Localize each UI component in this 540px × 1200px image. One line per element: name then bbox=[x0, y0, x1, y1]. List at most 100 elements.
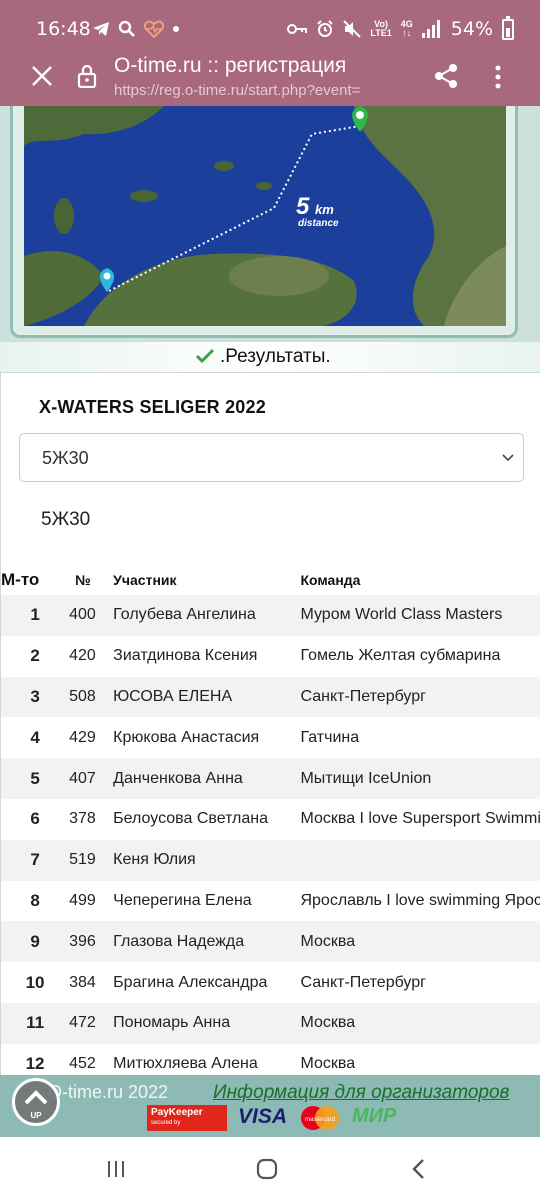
cell-team: Мытищи IceUnion bbox=[300, 758, 540, 799]
cell-number: 407 bbox=[69, 758, 114, 799]
cell-place: 1 bbox=[1, 595, 70, 636]
cell-team: Москва I love Supersport Swimming bbox=[300, 810, 540, 828]
group-heading: 5Ж30 bbox=[41, 509, 91, 530]
route-map-section: 5 km distance bbox=[0, 106, 540, 342]
scroll-up-label: UP bbox=[30, 1111, 42, 1120]
cell-place: 8 bbox=[30, 890, 40, 910]
cell-place: 7 bbox=[1, 839, 70, 881]
lock-icon[interactable] bbox=[76, 64, 98, 88]
network-arrows-text: ↑↓ bbox=[402, 28, 412, 38]
cell-number: 420 bbox=[69, 647, 96, 665]
back-icon[interactable] bbox=[410, 1158, 426, 1180]
group-select[interactable]: 5Ж30 bbox=[19, 433, 524, 482]
cell-team: Муром World Class Masters bbox=[300, 595, 540, 636]
cell-number: 499 bbox=[69, 891, 96, 909]
paykeeper-logo: PayKeeper secured by bbox=[147, 1105, 227, 1131]
telegram-icon bbox=[93, 22, 109, 36]
paykeeper-subtext: secured by bbox=[151, 1120, 181, 1126]
header-participant: Участник bbox=[113, 572, 177, 588]
page-title[interactable]: O-time.ru :: регистрация bbox=[114, 54, 346, 78]
cell-participant: Глазова Надежда bbox=[113, 921, 301, 963]
cell-place: 5 bbox=[1, 758, 70, 799]
recent-apps-icon[interactable] bbox=[106, 1160, 126, 1178]
cell-team: Ярославль I love swimming Ярославль bbox=[300, 891, 540, 909]
cell-team: Москва bbox=[300, 921, 540, 963]
page-url[interactable]: https://reg.o-time.ru/start.php?event= bbox=[114, 82, 414, 99]
cell-participant: Голубева Ангелина bbox=[113, 595, 301, 636]
more-options-icon[interactable] bbox=[488, 62, 508, 92]
scroll-up-button[interactable]: UP bbox=[12, 1078, 60, 1126]
alarm-icon bbox=[317, 20, 334, 37]
cell-number: 396 bbox=[69, 921, 114, 963]
chevron-down-icon bbox=[502, 454, 514, 462]
key-icon bbox=[287, 24, 308, 34]
search-icon bbox=[118, 20, 135, 37]
share-icon[interactable] bbox=[432, 62, 460, 90]
cell-participant: Зиатдинова Ксения bbox=[113, 647, 258, 665]
close-icon[interactable] bbox=[28, 62, 56, 90]
cell-number: 384 bbox=[69, 973, 96, 991]
table-row: 8 499 Чеперегина Елена Ярославль I love swi… bbox=[1, 881, 540, 922]
visa-logo: VISA bbox=[238, 1105, 288, 1128]
table-row: 6 378 Белоусова Светлана Москва I love Supe… bbox=[1, 799, 540, 840]
route-map-image: 5 km distance bbox=[24, 106, 506, 326]
table-row: 10 384 Брагина Александра Санкт-Петербург bbox=[1, 962, 540, 1003]
cell-team: Гатчина bbox=[300, 728, 360, 746]
footer-copyright: O-time.ru 2022 bbox=[48, 1082, 169, 1102]
organizer-info-link[interactable]: Информация для организаторов bbox=[213, 1082, 509, 1104]
mir-logo: МИР bbox=[352, 1105, 397, 1127]
cell-place: 11 bbox=[1, 1002, 70, 1044]
event-title: X-WATERS SELIGER 2022 bbox=[39, 397, 266, 417]
cell-participant: Крюкова Анастасия bbox=[113, 728, 260, 746]
status-time: 16:48 bbox=[36, 18, 91, 40]
home-icon[interactable] bbox=[256, 1158, 278, 1180]
cell-team: Санкт-Петербург bbox=[300, 973, 426, 991]
header-team: Команда bbox=[300, 572, 361, 588]
group-select-value: 5Ж30 bbox=[42, 448, 89, 468]
cell-team bbox=[300, 839, 540, 881]
header-number: № bbox=[75, 572, 91, 588]
browser-top-bar: 16:48 Vo) LTE1 4G ↑↓ 54% O-time.ru :: реги… bbox=[0, 0, 540, 106]
status-bar: 16:48 Vo) LTE1 4G ↑↓ 54% bbox=[0, 0, 540, 48]
cell-team: Москва bbox=[300, 1002, 540, 1044]
cell-number: 429 bbox=[69, 728, 96, 746]
cell-place: 9 bbox=[1, 921, 70, 963]
status-right-icons: Vo) LTE1 4G ↑↓ 54% bbox=[287, 15, 514, 40]
cell-number: 472 bbox=[69, 1002, 114, 1044]
mastercard-circles-icon: mastercard bbox=[301, 1106, 339, 1130]
table-row: 1 400 Голубева Ангелина Муром World Class M… bbox=[1, 595, 540, 636]
table-row: 3 508 ЮСОВА ЕЛЕНА Санкт-Петербург bbox=[1, 676, 540, 718]
cell-place: 10 bbox=[25, 972, 45, 992]
cell-number: 400 bbox=[69, 595, 114, 636]
cell-participant: Брагина Александра bbox=[113, 973, 268, 991]
cell-participant: Белоусова Светлана bbox=[113, 810, 269, 828]
signal-strength-icon bbox=[421, 20, 440, 38]
table-row: 4 429 Крюкова Анастасия Гатчина bbox=[1, 717, 540, 758]
cell-participant: Кеня Юлия bbox=[113, 839, 301, 881]
table-row: 11 472 Пономарь Анна Москва bbox=[1, 1002, 540, 1044]
header-place: М-то bbox=[1, 570, 40, 589]
mastercard-text: mastercard bbox=[305, 1117, 335, 1123]
results-link[interactable]: .Результаты. bbox=[220, 346, 331, 368]
battery-icon bbox=[502, 15, 514, 40]
notification-icons bbox=[92, 20, 180, 38]
distance-unit-text: km bbox=[315, 202, 334, 217]
mute-icon bbox=[343, 20, 362, 38]
cell-participant: Чеперегина Елена bbox=[113, 891, 252, 909]
volte-indicator: Vo) LTE1 bbox=[370, 20, 391, 38]
cell-team: Санкт-Петербург bbox=[300, 676, 540, 718]
results-card: X-WATERS SELIGER 2022 5Ж30 5Ж30 М-то № У… bbox=[0, 372, 540, 1082]
cell-place: 4 bbox=[30, 727, 40, 747]
results-table: М-то № Участник Команда 1 400 Голубева Анг… bbox=[1, 565, 540, 1082]
table-row: 5 407 Данченкова Анна Мытищи IceUnion bbox=[1, 758, 540, 799]
table-row: 2 420 Зиатдинова Ксения Гомель Желтая субма… bbox=[1, 636, 540, 677]
cell-number: 508 bbox=[69, 676, 114, 718]
cell-participant: ЮСОВА ЕЛЕНА bbox=[113, 676, 301, 718]
table-row: 9 396 Глазова Надежда Москва bbox=[1, 921, 540, 963]
cell-participant: Данченкова Анна bbox=[113, 758, 301, 799]
paykeeper-text: PayKeeper bbox=[151, 1107, 203, 1118]
mastercard-logo: mastercard bbox=[298, 1105, 342, 1131]
cell-place: 6 bbox=[30, 809, 40, 829]
arrow-up-icon bbox=[24, 1090, 48, 1105]
battery-percent: 54% bbox=[450, 18, 493, 40]
